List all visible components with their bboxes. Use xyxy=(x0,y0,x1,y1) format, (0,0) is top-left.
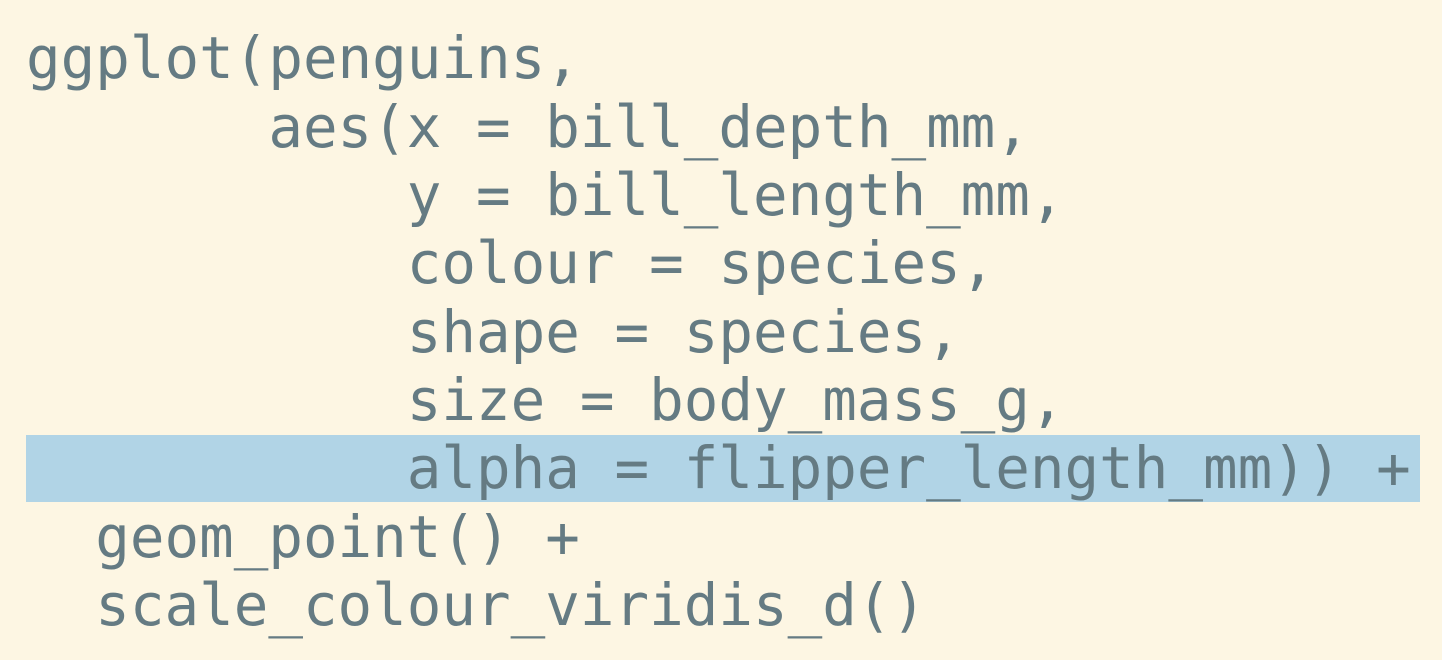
code-line: shape = species, xyxy=(26,299,961,366)
code-line-highlighted: alpha = flipper_length_mm)) + xyxy=(26,435,1411,502)
code-line: size = body_mass_g, xyxy=(26,367,1065,434)
code-line: y = bill_length_mm, xyxy=(26,162,1065,229)
code-line: colour = species, xyxy=(26,230,996,297)
code-line: scale_colour_viridis_d() xyxy=(26,572,927,639)
code-panel: ggplot(penguins, aes(x = bill_depth_mm, … xyxy=(0,0,1442,660)
code-line: aes(x = bill_depth_mm, xyxy=(26,94,1030,161)
code-line: ggplot(penguins, xyxy=(26,25,580,92)
code-line: geom_point() + xyxy=(26,504,580,571)
